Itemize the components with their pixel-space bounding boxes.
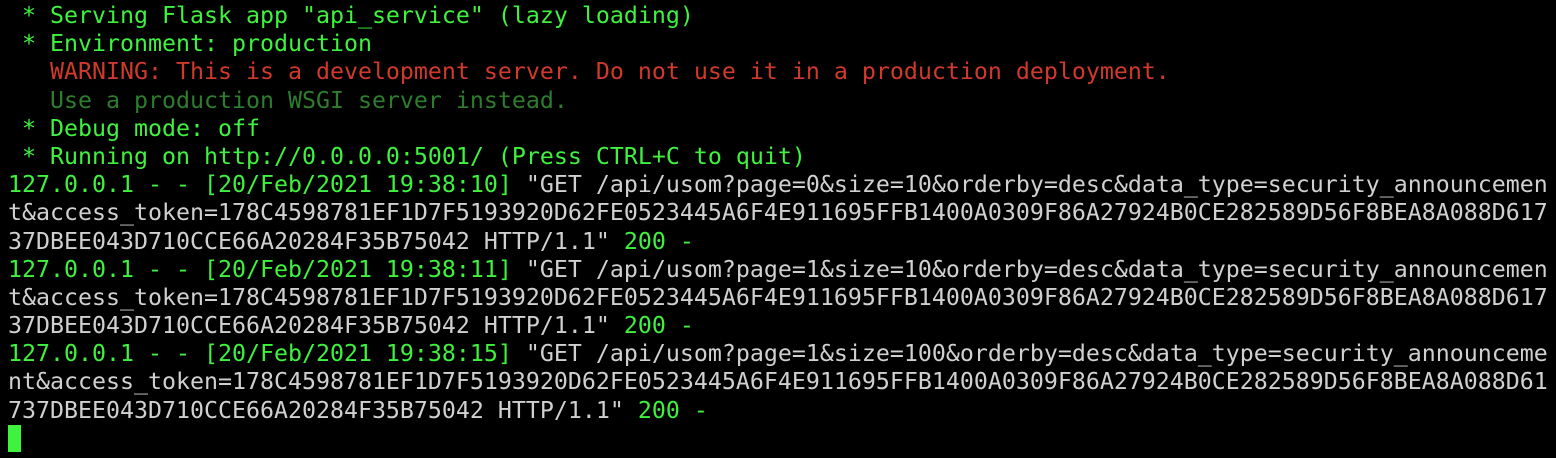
running-line: * Running on http://0.0.0.0:5001/ (Press… bbox=[8, 142, 806, 170]
environment-line: * Environment: production bbox=[8, 30, 372, 58]
request-url-end: 37DBEE043D710CCE66A20284F35B75042 HTTP/1… bbox=[8, 227, 624, 255]
request-log-end: 37DBEE043D710CCE66A20284F35B75042 HTTP/1… bbox=[8, 228, 1548, 256]
terminal-output[interactable]: * Serving Flask app "api_service" (lazy … bbox=[8, 2, 1548, 453]
terminal-cursor bbox=[8, 424, 21, 452]
request-url-cont: t&access_token=178C4598781EF1D7F5193920D… bbox=[8, 199, 1548, 227]
request-url-end: 737DBEE043D710CCE66A20284F35B75042 HTTP/… bbox=[8, 396, 638, 424]
request-url: "GET /api/usom?page=1&size=100&orderby=d… bbox=[525, 340, 1548, 368]
warning-line: WARNING: This is a development server. D… bbox=[8, 58, 1170, 86]
request-url-cont: t&access_token=178C4598781EF1D7F5193920D… bbox=[8, 283, 1548, 311]
request-log-end: 37DBEE043D710CCE66A20284F35B75042 HTTP/1… bbox=[8, 312, 1548, 340]
request-log-end: 737DBEE043D710CCE66A20284F35B75042 HTTP/… bbox=[8, 397, 1548, 425]
request-prefix: 127.0.0.1 - - [20/Feb/2021 19:38:10] bbox=[8, 171, 526, 199]
request-log-line: 127.0.0.1 - - [20/Feb/2021 19:38:10] "GE… bbox=[8, 171, 1548, 199]
prompt-line[interactable] bbox=[8, 424, 1548, 453]
request-url: "GET /api/usom?page=1&size=10&orderby=de… bbox=[525, 255, 1548, 283]
request-url-cont: nt&access_token=178C4598781EF1D7F5193920… bbox=[8, 368, 1548, 396]
status-code: 200 - bbox=[637, 396, 708, 424]
status-code: 200 - bbox=[623, 227, 694, 255]
request-log-line: 127.0.0.1 - - [20/Feb/2021 19:38:15] "GE… bbox=[8, 340, 1548, 368]
status-code: 200 - bbox=[623, 312, 694, 340]
request-url: "GET /api/usom?page=0&size=10&orderby=de… bbox=[525, 171, 1548, 199]
wsgi-line: Use a production WSGI server instead. bbox=[8, 86, 568, 114]
request-prefix: 127.0.0.1 - - [20/Feb/2021 19:38:11] bbox=[8, 255, 526, 283]
request-url-end: 37DBEE043D710CCE66A20284F35B75042 HTTP/1… bbox=[8, 312, 624, 340]
request-prefix: 127.0.0.1 - - [20/Feb/2021 19:38:15] bbox=[8, 340, 526, 368]
debug-line: * Debug mode: off bbox=[8, 114, 260, 142]
serving-line: * Serving Flask app "api_service" (lazy … bbox=[8, 2, 694, 29]
request-log-line: 127.0.0.1 - - [20/Feb/2021 19:38:11] "GE… bbox=[8, 256, 1548, 284]
